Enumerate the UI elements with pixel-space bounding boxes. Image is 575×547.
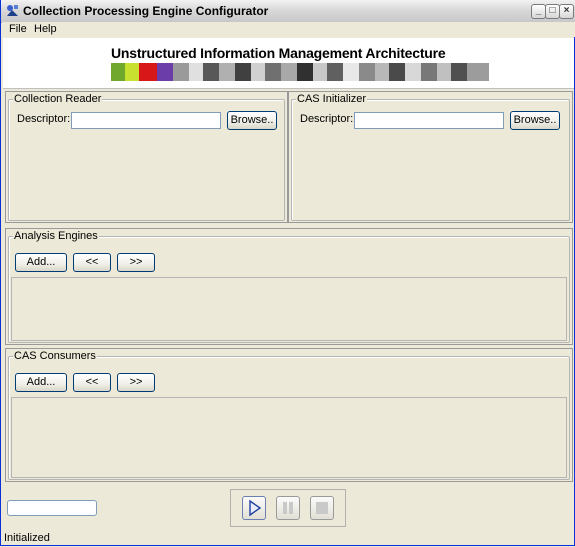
window-title: Collection Processing Engine Configurato…	[23, 4, 269, 18]
menu-help[interactable]: Help	[34, 23, 57, 35]
collection-reader-group: Collection Reader Descriptor: Browse..	[8, 93, 285, 221]
minimize-icon: _	[535, 5, 542, 16]
main-window: Collection Processing Engine Configurato…	[0, 0, 575, 546]
stop-button[interactable]	[310, 496, 334, 520]
banner-title: Unstructured Information Management Arch…	[111, 45, 446, 61]
pause-icon	[283, 502, 293, 514]
analysis-engines-list[interactable]	[11, 277, 567, 341]
analysis-engines-panel: Analysis Engines Add... << >>	[5, 228, 573, 345]
progress-bar	[7, 500, 97, 516]
cas-initializer-panel: CAS Initializer Descriptor: Browse..	[288, 91, 573, 223]
minimize-button[interactable]: _	[531, 4, 546, 19]
collection-reader-descriptor-label: Descriptor:	[17, 113, 71, 125]
pause-button[interactable]	[276, 496, 300, 520]
cas-consumers-group: CAS Consumers Add... << >>	[8, 350, 570, 480]
collection-reader-descriptor-field[interactable]	[71, 112, 221, 129]
play-icon	[249, 499, 262, 517]
app-icon	[7, 5, 18, 16]
collection-reader-browse-button[interactable]: Browse..	[227, 111, 277, 130]
status-text: Initialized	[4, 532, 50, 544]
cas-consumers-add-button[interactable]: Add...	[15, 373, 67, 392]
cas-initializer-descriptor-label: Descriptor:	[300, 113, 354, 125]
analysis-engines-group: Analysis Engines Add... << >>	[8, 230, 570, 343]
stop-icon	[316, 502, 328, 514]
maximize-button[interactable]: □	[545, 4, 560, 19]
banner: Unstructured Information Management Arch…	[3, 38, 574, 89]
collection-reader-panel: Collection Reader Descriptor: Browse..	[5, 91, 288, 223]
cas-initializer-descriptor-field[interactable]	[354, 112, 504, 129]
cas-initializer-title: CAS Initializer	[296, 93, 368, 105]
cas-consumers-list[interactable]	[11, 397, 567, 478]
collection-reader-title: Collection Reader	[13, 93, 103, 105]
analysis-engines-title: Analysis Engines	[13, 230, 99, 242]
menu-file[interactable]: File	[9, 23, 27, 35]
analysis-engines-move-right-button[interactable]: >>	[117, 253, 155, 272]
menu-bar: File Help	[2, 22, 575, 37]
run-controls-panel	[230, 489, 346, 527]
close-button[interactable]: ×	[559, 4, 574, 19]
banner-image-strip	[111, 63, 499, 81]
close-icon: ×	[563, 5, 570, 16]
cas-initializer-browse-button[interactable]: Browse..	[510, 111, 560, 130]
cas-consumers-move-right-button[interactable]: >>	[117, 373, 155, 392]
title-bar[interactable]: Collection Processing Engine Configurato…	[1, 0, 575, 23]
cas-consumers-title: CAS Consumers	[13, 350, 97, 362]
run-button[interactable]	[242, 496, 266, 520]
analysis-engines-add-button[interactable]: Add...	[15, 253, 67, 272]
maximize-icon: □	[549, 5, 556, 16]
analysis-engines-move-left-button[interactable]: <<	[73, 253, 111, 272]
cas-consumers-move-left-button[interactable]: <<	[73, 373, 111, 392]
cas-initializer-group: CAS Initializer Descriptor: Browse..	[291, 93, 570, 221]
cas-consumers-panel: CAS Consumers Add... << >>	[5, 348, 573, 482]
